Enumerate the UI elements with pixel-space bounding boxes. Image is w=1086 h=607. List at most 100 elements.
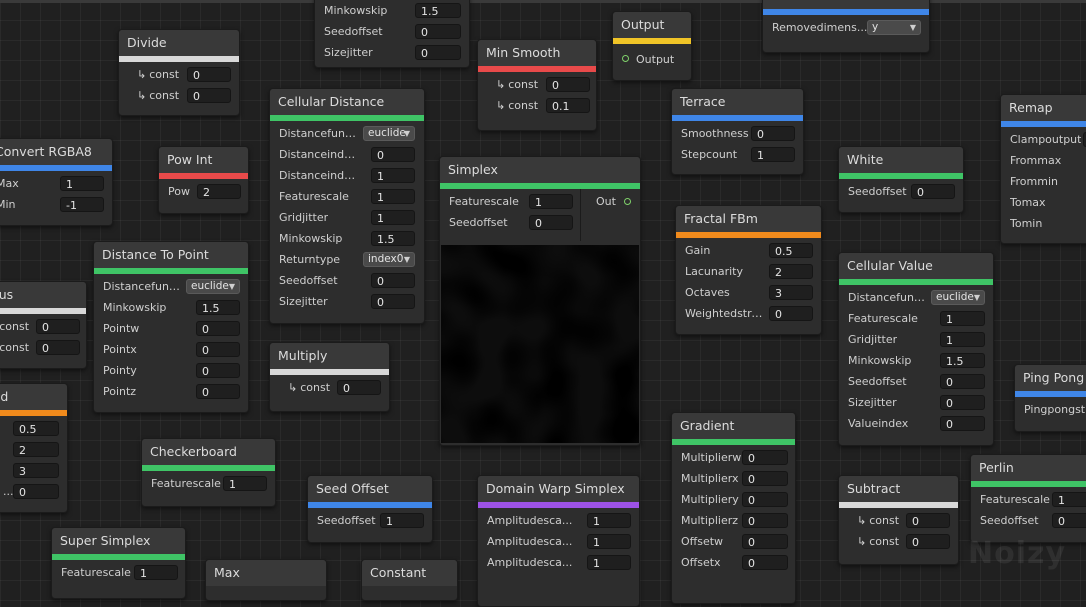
offsetw-field[interactable]: 0 bbox=[742, 534, 788, 549]
featurescale-field[interactable]: 1 bbox=[134, 565, 178, 580]
distancefunction-dropdown[interactable]: euclide ▼ bbox=[931, 290, 985, 305]
const-field[interactable]: 0 bbox=[546, 77, 590, 92]
node-divide[interactable]: Divide ↳ const 0 ↳ const 0 bbox=[118, 29, 240, 116]
pointz-field[interactable]: 0 bbox=[196, 384, 240, 399]
featurescale-field[interactable]: 1 bbox=[223, 476, 267, 491]
featurescale-field[interactable]: 1 bbox=[1052, 492, 1086, 507]
distancefunction-dropdown[interactable]: euclide ▼ bbox=[363, 126, 415, 141]
distanceindex1-field[interactable]: 1 bbox=[371, 168, 415, 183]
smoothness-field[interactable]: 0 bbox=[751, 126, 795, 141]
node-seed-offset[interactable]: Seed Offset Seedoffset 1 bbox=[307, 475, 433, 543]
multiplierz-field[interactable]: 0 bbox=[742, 513, 788, 528]
gridjitter-field[interactable]: 1 bbox=[371, 210, 415, 225]
node-domain-warp-simplex[interactable]: Domain Warp Simplex Amplitudesca... 1 Amp… bbox=[477, 475, 640, 607]
node-perlin[interactable]: Perlin Featurescale 1 Seedoffset 0 bbox=[970, 454, 1086, 543]
returntype-dropdown[interactable]: index0 ▼ bbox=[363, 252, 415, 267]
const-field[interactable]: 0 bbox=[337, 380, 381, 395]
field-label: ↳const bbox=[137, 68, 179, 81]
node-distance-to-point[interactable]: Distance To Point Distancefunc... euclide… bbox=[93, 241, 249, 413]
distancefunction-dropdown[interactable]: euclide ▼ bbox=[186, 279, 240, 294]
node-cellular-partial[interactable]: Minkowskip 1.5 Seedoffset 0 Sizejitter 0 bbox=[314, 0, 470, 68]
node-fade[interactable]: Faded 0.5 2 3 ...0 bbox=[0, 383, 68, 513]
node-simplex[interactable]: Simplex Featurescale 1 Out Seedoffset 0 bbox=[439, 156, 641, 446]
const-field[interactable]: 0 bbox=[187, 67, 231, 82]
node-cellular-value[interactable]: Cellular Value Distancefunc... euclide ▼ F… bbox=[838, 252, 994, 446]
output-port-icon[interactable] bbox=[624, 198, 631, 205]
min-field[interactable]: -1 bbox=[60, 197, 104, 212]
node-max[interactable]: Max bbox=[205, 559, 327, 601]
minkowskip-field[interactable]: 1.5 bbox=[415, 3, 461, 18]
max-field[interactable]: 1 bbox=[60, 176, 104, 191]
const-field[interactable]: 0.1 bbox=[546, 98, 590, 113]
seedoffset-field[interactable]: 1 bbox=[380, 513, 424, 528]
node-subtract[interactable]: Subtract ↳ const 0 ↳ const 0 bbox=[838, 475, 959, 565]
const-field[interactable]: 0 bbox=[187, 88, 231, 103]
node-remap[interactable]: Remap Clampoutput Frommax Frommin Tomax … bbox=[1000, 94, 1086, 244]
field-label: ↳const bbox=[0, 320, 29, 333]
node-output[interactable]: Output Output bbox=[612, 11, 692, 81]
input-port-icon[interactable] bbox=[622, 55, 629, 62]
node-ping-pong[interactable]: Ping Pong Pingpongstr... bbox=[1014, 364, 1086, 432]
node-pow-int[interactable]: Pow Int Pow 2 bbox=[158, 146, 249, 214]
removedimension-dropdown[interactable]: y ▼ bbox=[867, 20, 921, 35]
value-field[interactable]: 2 bbox=[13, 442, 59, 457]
featurescale-field[interactable]: 1 bbox=[940, 311, 985, 326]
multiplierx-field[interactable]: 0 bbox=[742, 471, 788, 486]
seedoffset-field[interactable]: 0 bbox=[1052, 513, 1086, 528]
field-label: Distancefunc... bbox=[103, 280, 183, 293]
multiplierw-field[interactable]: 0 bbox=[742, 450, 788, 465]
minkowskip-field[interactable]: 1.5 bbox=[940, 353, 985, 368]
node-remove-dimension[interactable]: Remove Dimension Removedimens...y▼ bbox=[762, 0, 930, 53]
pow-field[interactable]: 2 bbox=[197, 184, 241, 199]
node-white[interactable]: White Seedoffset 0 bbox=[838, 146, 964, 213]
node-multiply[interactable]: Multiply ↳ const 0 bbox=[269, 342, 390, 412]
stepcount-field[interactable]: 1 bbox=[751, 147, 795, 162]
multipliery-field[interactable]: 0 bbox=[742, 492, 788, 507]
node-constant[interactable]: Constant bbox=[361, 559, 458, 601]
node-super-simplex[interactable]: Super Simplex Featurescale 1 bbox=[51, 527, 186, 599]
featurescale-field[interactable]: 1 bbox=[371, 189, 415, 204]
minkowskip-field[interactable]: 1.5 bbox=[196, 300, 240, 315]
node-min-smooth[interactable]: Min Smooth ↳ const 0 ↳ const 0.1 bbox=[477, 39, 597, 131]
amplitudescale-field[interactable]: 1 bbox=[587, 534, 631, 549]
node-convert-rgba8[interactable]: Convert RGBA8 Max 1 Min -1 bbox=[0, 138, 113, 226]
pointy-field[interactable]: 0 bbox=[196, 363, 240, 378]
gain-field[interactable]: 0.5 bbox=[769, 243, 813, 258]
pointw-field[interactable]: 0 bbox=[196, 321, 240, 336]
minkowskip-field[interactable]: 1.5 bbox=[371, 231, 415, 246]
const-field[interactable]: 0 bbox=[906, 534, 950, 549]
seedoffset-field[interactable]: 0 bbox=[940, 374, 985, 389]
seedoffset-field[interactable]: 0 bbox=[529, 215, 573, 230]
const-field[interactable]: 0 bbox=[906, 513, 950, 528]
value-field[interactable]: 3 bbox=[13, 463, 59, 478]
value-field[interactable]: 0.5 bbox=[13, 421, 59, 436]
amplitudescale-field[interactable]: 1 bbox=[587, 555, 631, 570]
lacunarity-field[interactable]: 2 bbox=[769, 264, 813, 279]
value-field[interactable]: 0 bbox=[13, 484, 59, 499]
valueindex-field[interactable]: 0 bbox=[940, 416, 985, 431]
node-modulus[interactable]: Modulus ↳const 0 ↳const 0 bbox=[0, 281, 87, 369]
sizejitter-field[interactable]: 0 bbox=[940, 395, 985, 410]
field-label: Seedoffset bbox=[279, 274, 338, 287]
offsetx-field[interactable]: 0 bbox=[742, 555, 788, 570]
sizejitter-field[interactable]: 0 bbox=[371, 294, 415, 309]
gridjitter-field[interactable]: 1 bbox=[940, 332, 985, 347]
weightedstrength-field[interactable]: 0 bbox=[769, 306, 813, 321]
seedoffset-field[interactable]: 0 bbox=[371, 273, 415, 288]
node-cellular-distance[interactable]: Cellular Distance Distancefunc... euclide… bbox=[269, 88, 425, 324]
seedoffset-field[interactable]: 0 bbox=[415, 24, 461, 39]
featurescale-field[interactable]: 1 bbox=[529, 194, 573, 209]
sizejitter-field[interactable]: 0 bbox=[415, 45, 461, 60]
seedoffset-field[interactable]: 0 bbox=[911, 184, 955, 199]
node-fractal-fbm[interactable]: Fractal FBm Gain 0.5 Lacunarity 2 Octaves 3… bbox=[675, 205, 822, 335]
node-checkerboard[interactable]: Checkerboard Featurescale 1 bbox=[141, 438, 276, 507]
octaves-field[interactable]: 3 bbox=[769, 285, 813, 300]
amplitudescale-field[interactable]: 1 bbox=[587, 513, 631, 528]
const-field[interactable]: 0 bbox=[36, 340, 80, 355]
field-label: Pointz bbox=[103, 385, 137, 398]
distanceindex0-field[interactable]: 0 bbox=[371, 147, 415, 162]
node-terrace[interactable]: Terrace Smoothness 0 Stepcount 1 bbox=[671, 88, 804, 175]
const-field[interactable]: 0 bbox=[36, 319, 80, 334]
node-gradient[interactable]: Gradient Multiplierw 0 Multiplierx 0 Multi… bbox=[671, 412, 796, 604]
pointx-field[interactable]: 0 bbox=[196, 342, 240, 357]
